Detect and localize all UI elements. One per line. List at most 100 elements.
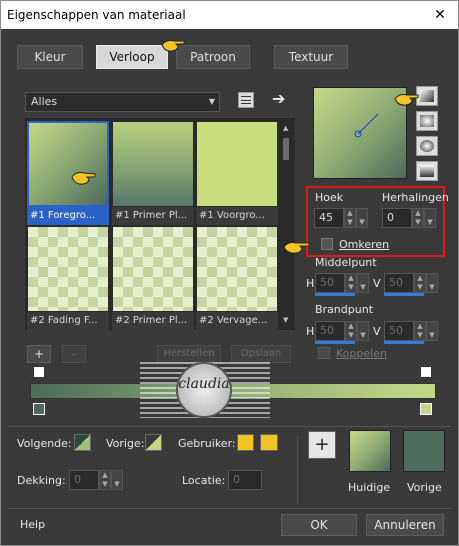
- ok-button[interactable]: OK: [281, 514, 357, 536]
- tab-label: Verloop: [109, 50, 155, 64]
- current-swatch[interactable]: [349, 430, 391, 472]
- mid-v-input[interactable]: 50: [384, 273, 414, 293]
- remove-label: -: [71, 347, 77, 361]
- mid-h-input[interactable]: 50: [315, 273, 345, 293]
- title-bar: Eigenschappen van materiaal ✕: [1, 1, 458, 29]
- mid-h-slider[interactable]: [315, 293, 355, 296]
- thumb-image: [112, 226, 194, 312]
- tab-textuur[interactable]: Textuur: [274, 45, 348, 69]
- cancel-button[interactable]: Annuleren: [366, 514, 444, 536]
- mid-v-spinner[interactable]: ▲ ▼: [414, 273, 426, 293]
- focal-v-slider[interactable]: [384, 341, 424, 344]
- focal-v-input[interactable]: 50: [384, 321, 414, 341]
- add-button[interactable]: +: [27, 345, 51, 363]
- following-swatch[interactable]: [74, 434, 91, 451]
- category-dropdown[interactable]: Alles ▼: [25, 92, 220, 112]
- gradient-thumb-5[interactable]: #2 Primer Pl...: [112, 226, 194, 330]
- thumb-image: [27, 121, 109, 207]
- gradient-stop-top-right[interactable]: [420, 366, 432, 378]
- angle-label: Hoek: [315, 191, 344, 204]
- angle-value: 45: [319, 211, 333, 224]
- divider: [8, 426, 451, 427]
- focal-h-dropdown[interactable]: ▼: [357, 321, 369, 341]
- mid-h-spinner[interactable]: ▲ ▼: [345, 273, 357, 293]
- library-scrollbar[interactable]: ▲ ▼: [281, 122, 291, 326]
- mid-v-label: V: [373, 277, 381, 290]
- invert-checkbox[interactable]: [321, 238, 333, 250]
- sunburst-style-button[interactable]: [416, 136, 438, 156]
- gradient-thumb-6[interactable]: #2 Vervage...: [196, 226, 278, 330]
- radial-style-button[interactable]: [416, 161, 438, 181]
- repeats-spinner[interactable]: ▲ ▼: [412, 208, 424, 228]
- tab-verloop[interactable]: Verloop: [96, 45, 168, 69]
- save-button[interactable]: Opslaan: [231, 345, 291, 363]
- arrow-right-icon[interactable]: ➔: [272, 89, 285, 108]
- angle-dropdown[interactable]: ▼: [356, 208, 368, 228]
- angle-input[interactable]: 45: [314, 208, 344, 228]
- gradient-stop-top-left[interactable]: [33, 366, 45, 378]
- invert-label: Omkeren: [339, 238, 390, 251]
- close-icon[interactable]: ✕: [430, 5, 450, 25]
- pointer-hand-icon: [394, 94, 419, 106]
- repeats-input[interactable]: 0: [382, 208, 412, 228]
- gradient-stop-bottom-left[interactable]: [33, 403, 45, 415]
- tab-label: Kleur: [34, 50, 66, 64]
- thumb-image: [112, 121, 194, 207]
- previous-label: Vorige:: [106, 437, 145, 450]
- user-color-picker[interactable]: [260, 434, 278, 451]
- restore-label: Herstellen: [163, 348, 215, 359]
- repeats-dropdown[interactable]: ▼: [424, 208, 436, 228]
- angle-spinner[interactable]: ▲ ▼: [344, 208, 356, 228]
- opacity-dropdown[interactable]: ▼: [111, 470, 123, 490]
- previous-swatch[interactable]: [145, 434, 162, 451]
- tab-label: Patroon: [190, 50, 236, 64]
- focal-v-dropdown[interactable]: ▼: [426, 321, 438, 341]
- mid-h-value: 50: [320, 276, 334, 289]
- focal-h-spinner[interactable]: ▲ ▼: [345, 321, 357, 341]
- add-label: +: [33, 347, 45, 361]
- location-input[interactable]: 0: [228, 470, 262, 490]
- user-swatch[interactable]: [237, 434, 254, 451]
- add-swatch-button[interactable]: +: [308, 431, 336, 459]
- opacity-input[interactable]: 0: [69, 470, 99, 490]
- previous-color-swatch[interactable]: [403, 430, 445, 472]
- chevron-down-icon: ▼: [208, 97, 215, 106]
- thumb-label: #1 Voorgro...: [196, 207, 278, 225]
- library-manage-icon[interactable]: [238, 92, 254, 108]
- gradient-thumb-4[interactable]: #2 Fading F...: [27, 226, 109, 330]
- divider: [8, 508, 451, 509]
- repeats-value: 0: [387, 211, 394, 224]
- focal-v-value: 50: [389, 324, 403, 337]
- mid-v-dropdown[interactable]: ▼: [426, 273, 438, 293]
- rectangular-style-button[interactable]: [416, 111, 438, 131]
- focal-h-input[interactable]: 50: [315, 321, 345, 341]
- repeats-label: Herhalingen: [382, 191, 449, 204]
- restore-button[interactable]: Herstellen: [157, 345, 221, 363]
- scrollbar-thumb[interactable]: [283, 138, 289, 160]
- opacity-label: Dekking:: [17, 474, 66, 487]
- tab-patroon[interactable]: Patroon: [176, 45, 250, 69]
- focal-h-value: 50: [320, 324, 334, 337]
- watermark-text: claudia: [178, 376, 230, 392]
- remove-button[interactable]: -: [62, 345, 86, 363]
- opacity-spinner[interactable]: ▲ ▼: [99, 470, 111, 490]
- mid-h-dropdown[interactable]: ▼: [357, 273, 369, 293]
- link-label: Koppelen: [336, 347, 387, 360]
- pointer-hand-icon: [71, 172, 96, 185]
- tab-kleur[interactable]: Kleur: [17, 45, 83, 69]
- mid-v-slider[interactable]: [384, 293, 424, 296]
- gradient-stop-bottom-right[interactable]: [420, 403, 432, 415]
- focal-h-slider[interactable]: [315, 341, 355, 344]
- focal-v-spinner[interactable]: ▲ ▼: [414, 321, 426, 341]
- tab-label: Textuur: [288, 50, 334, 64]
- opacity-value: 0: [74, 473, 81, 486]
- thumb-image: [27, 226, 109, 312]
- link-checkbox[interactable]: [318, 347, 330, 359]
- previous-swatch-label: Vorige: [407, 481, 442, 494]
- watermark-logo: claudia: [176, 362, 232, 418]
- cancel-label: Annuleren: [374, 518, 436, 532]
- gradient-thumb-2[interactable]: #1 Primer Pl...: [112, 121, 194, 225]
- thumb-label: #2 Primer Pl...: [112, 312, 194, 330]
- gradient-thumb-3[interactable]: #1 Voorgro...: [196, 121, 278, 225]
- help-link[interactable]: Help: [20, 518, 45, 531]
